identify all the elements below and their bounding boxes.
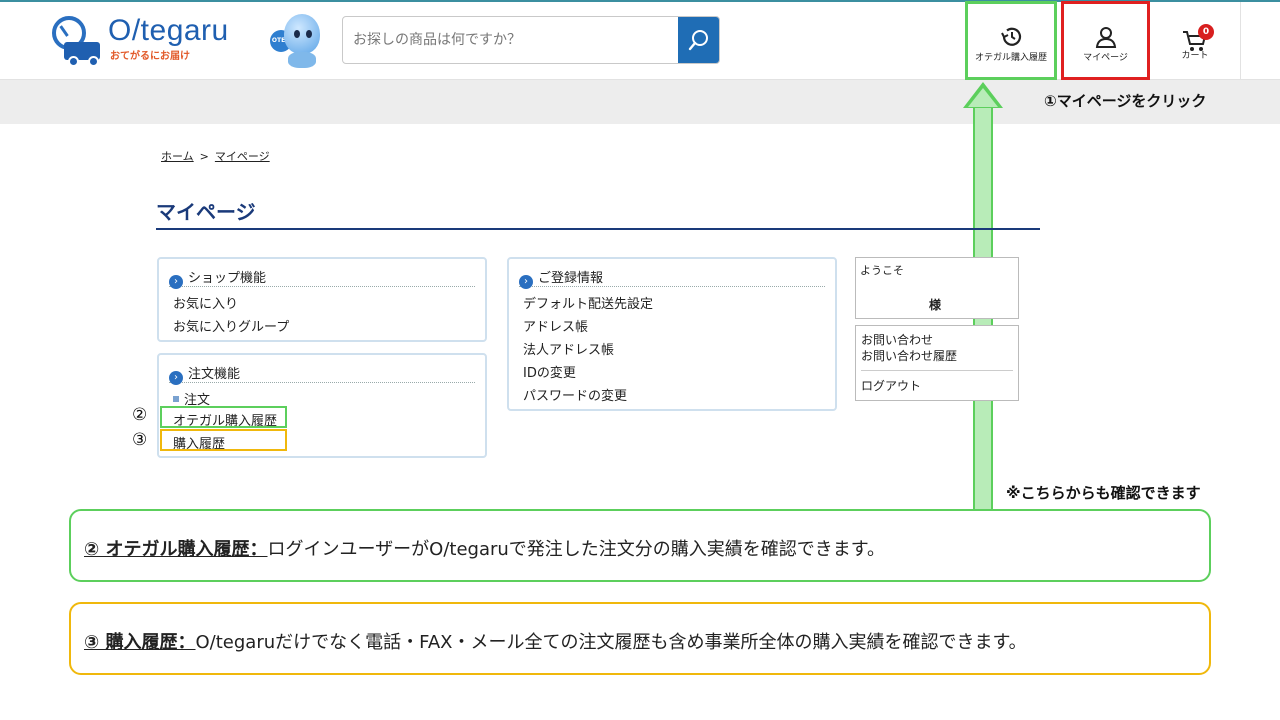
link-contact-history[interactable]: お問い合わせ履歴: [861, 347, 957, 364]
contact-divider: [861, 370, 1013, 371]
callout-green-body: ログインユーザーがO/tegaruで発注した注文分の購入実績を確認できます。: [267, 539, 885, 560]
search-icon: [688, 30, 708, 51]
link-default-shipping[interactable]: デフォルト配送先設定: [523, 293, 653, 312]
panel-contact: お問い合わせ お問い合わせ履歴 ログアウト: [855, 325, 1019, 401]
callout-green-title: ② オテガル購入履歴：: [84, 539, 268, 560]
logo-subtitle: おてがるにお届け: [110, 51, 190, 62]
arrow-right-circle-icon: ›: [169, 371, 183, 385]
search-button[interactable]: [678, 17, 719, 63]
site-logo[interactable]: O/tegaru おてがるにお届け: [50, 14, 260, 67]
page-title: マイページ: [156, 200, 256, 224]
highlight-box-otegaru-history: [160, 406, 287, 428]
nav-cart[interactable]: 0 カート: [1150, 2, 1240, 80]
truck-icon: [64, 42, 100, 67]
callout-purchase-history: ③ 購入履歴：O/tegaruだけでなく電話・FAX・メール全ての注文履歴も含め…: [69, 602, 1211, 675]
callout-otegaru-history: ② オテガル購入履歴：ログインユーザーがO/tegaruで発注した注文分の購入実…: [69, 509, 1211, 582]
arrow-right-circle-icon: ›: [169, 275, 183, 289]
mascot-head: [284, 14, 320, 54]
callout-green-text: ② オテガル購入履歴：ログインユーザーがO/tegaruで発注した注文分の購入実…: [84, 535, 885, 561]
mascot-eye: [294, 30, 300, 38]
panel-registration-header: › ご登録情報: [519, 267, 825, 289]
link-favorites[interactable]: お気に入り: [173, 293, 238, 312]
mascot-eye: [306, 30, 312, 38]
breadcrumb-separator: >: [199, 150, 209, 163]
callout-yellow-body: O/tegaruだけでなく電話・FAX・メール全ての注文履歴も含め事業所全体の購…: [195, 632, 1027, 653]
welcome-honorific: 様: [929, 298, 942, 312]
mascot-body: [288, 52, 316, 68]
history-icon: [1001, 27, 1022, 46]
panel-shop-header: › ショップ機能: [169, 267, 475, 289]
callout-yellow-title: ③ 購入履歴：: [84, 632, 196, 653]
logo-text: O/tegaru: [108, 14, 229, 47]
link-corporate-address-book[interactable]: 法人アドレス帳: [523, 339, 614, 358]
breadcrumb-current-link[interactable]: マイページ: [215, 150, 270, 163]
user-icon: [1095, 27, 1116, 48]
link-favorite-groups[interactable]: お気に入りグループ: [173, 316, 289, 335]
annotation-arrow-head-fill: [968, 88, 998, 107]
nav-divider: [1240, 2, 1241, 80]
breadcrumb: ホーム > マイページ: [161, 148, 270, 164]
title-divider: [156, 228, 1040, 230]
nav-mypage-label: マイページ: [1083, 53, 1128, 63]
callout-yellow-text: ③ 購入履歴：O/tegaruだけでなく電話・FAX・メール全ての注文履歴も含め…: [84, 628, 1027, 654]
panel-order-header: › 注文機能: [169, 363, 475, 385]
annotation-mark-2: ②: [132, 405, 148, 425]
panel-welcome: ようこそ 様: [855, 257, 1019, 319]
search-input[interactable]: [343, 17, 679, 63]
mascot-image: OTEG: [268, 12, 326, 70]
annotation-note: ※こちらからも確認できます: [1006, 484, 1201, 502]
bullet-square-icon: [173, 396, 179, 402]
annotation-mark-3: ③: [132, 430, 148, 450]
welcome-label: ようこそ: [860, 264, 904, 277]
panel-registration-info: › ご登録情報 デフォルト配送先設定 アドレス帳 法人アドレス帳 IDの変更 パス…: [507, 257, 837, 411]
link-change-password[interactable]: パスワードの変更: [523, 385, 627, 404]
breadcrumb-home-link[interactable]: ホーム: [161, 150, 194, 163]
panel-order-title: 注文機能: [188, 367, 241, 382]
nav-purchase-history[interactable]: オテガル購入履歴: [965, 1, 1057, 80]
annotation-step1: ①マイページをクリック: [1044, 92, 1207, 110]
panel-registration-title: ご登録情報: [538, 271, 604, 286]
link-address-book[interactable]: アドレス帳: [523, 316, 588, 335]
link-logout[interactable]: ログアウト: [861, 377, 921, 394]
nav-cart-label: カート: [1181, 51, 1209, 61]
nav-history-label: オテガル購入履歴: [974, 53, 1047, 63]
arrow-right-circle-icon: ›: [519, 275, 533, 289]
panel-shop-title: ショップ機能: [188, 271, 267, 286]
search-bar: [342, 16, 720, 64]
link-contact[interactable]: お問い合わせ: [861, 331, 933, 348]
nav-mypage[interactable]: マイページ: [1061, 1, 1150, 80]
highlight-box-purchase-history: [160, 429, 287, 451]
panel-shop-functions: › ショップ機能 お気に入り お気に入りグループ: [157, 257, 487, 342]
link-change-id[interactable]: IDの変更: [523, 362, 576, 381]
cart-count-badge: 0: [1198, 24, 1214, 40]
